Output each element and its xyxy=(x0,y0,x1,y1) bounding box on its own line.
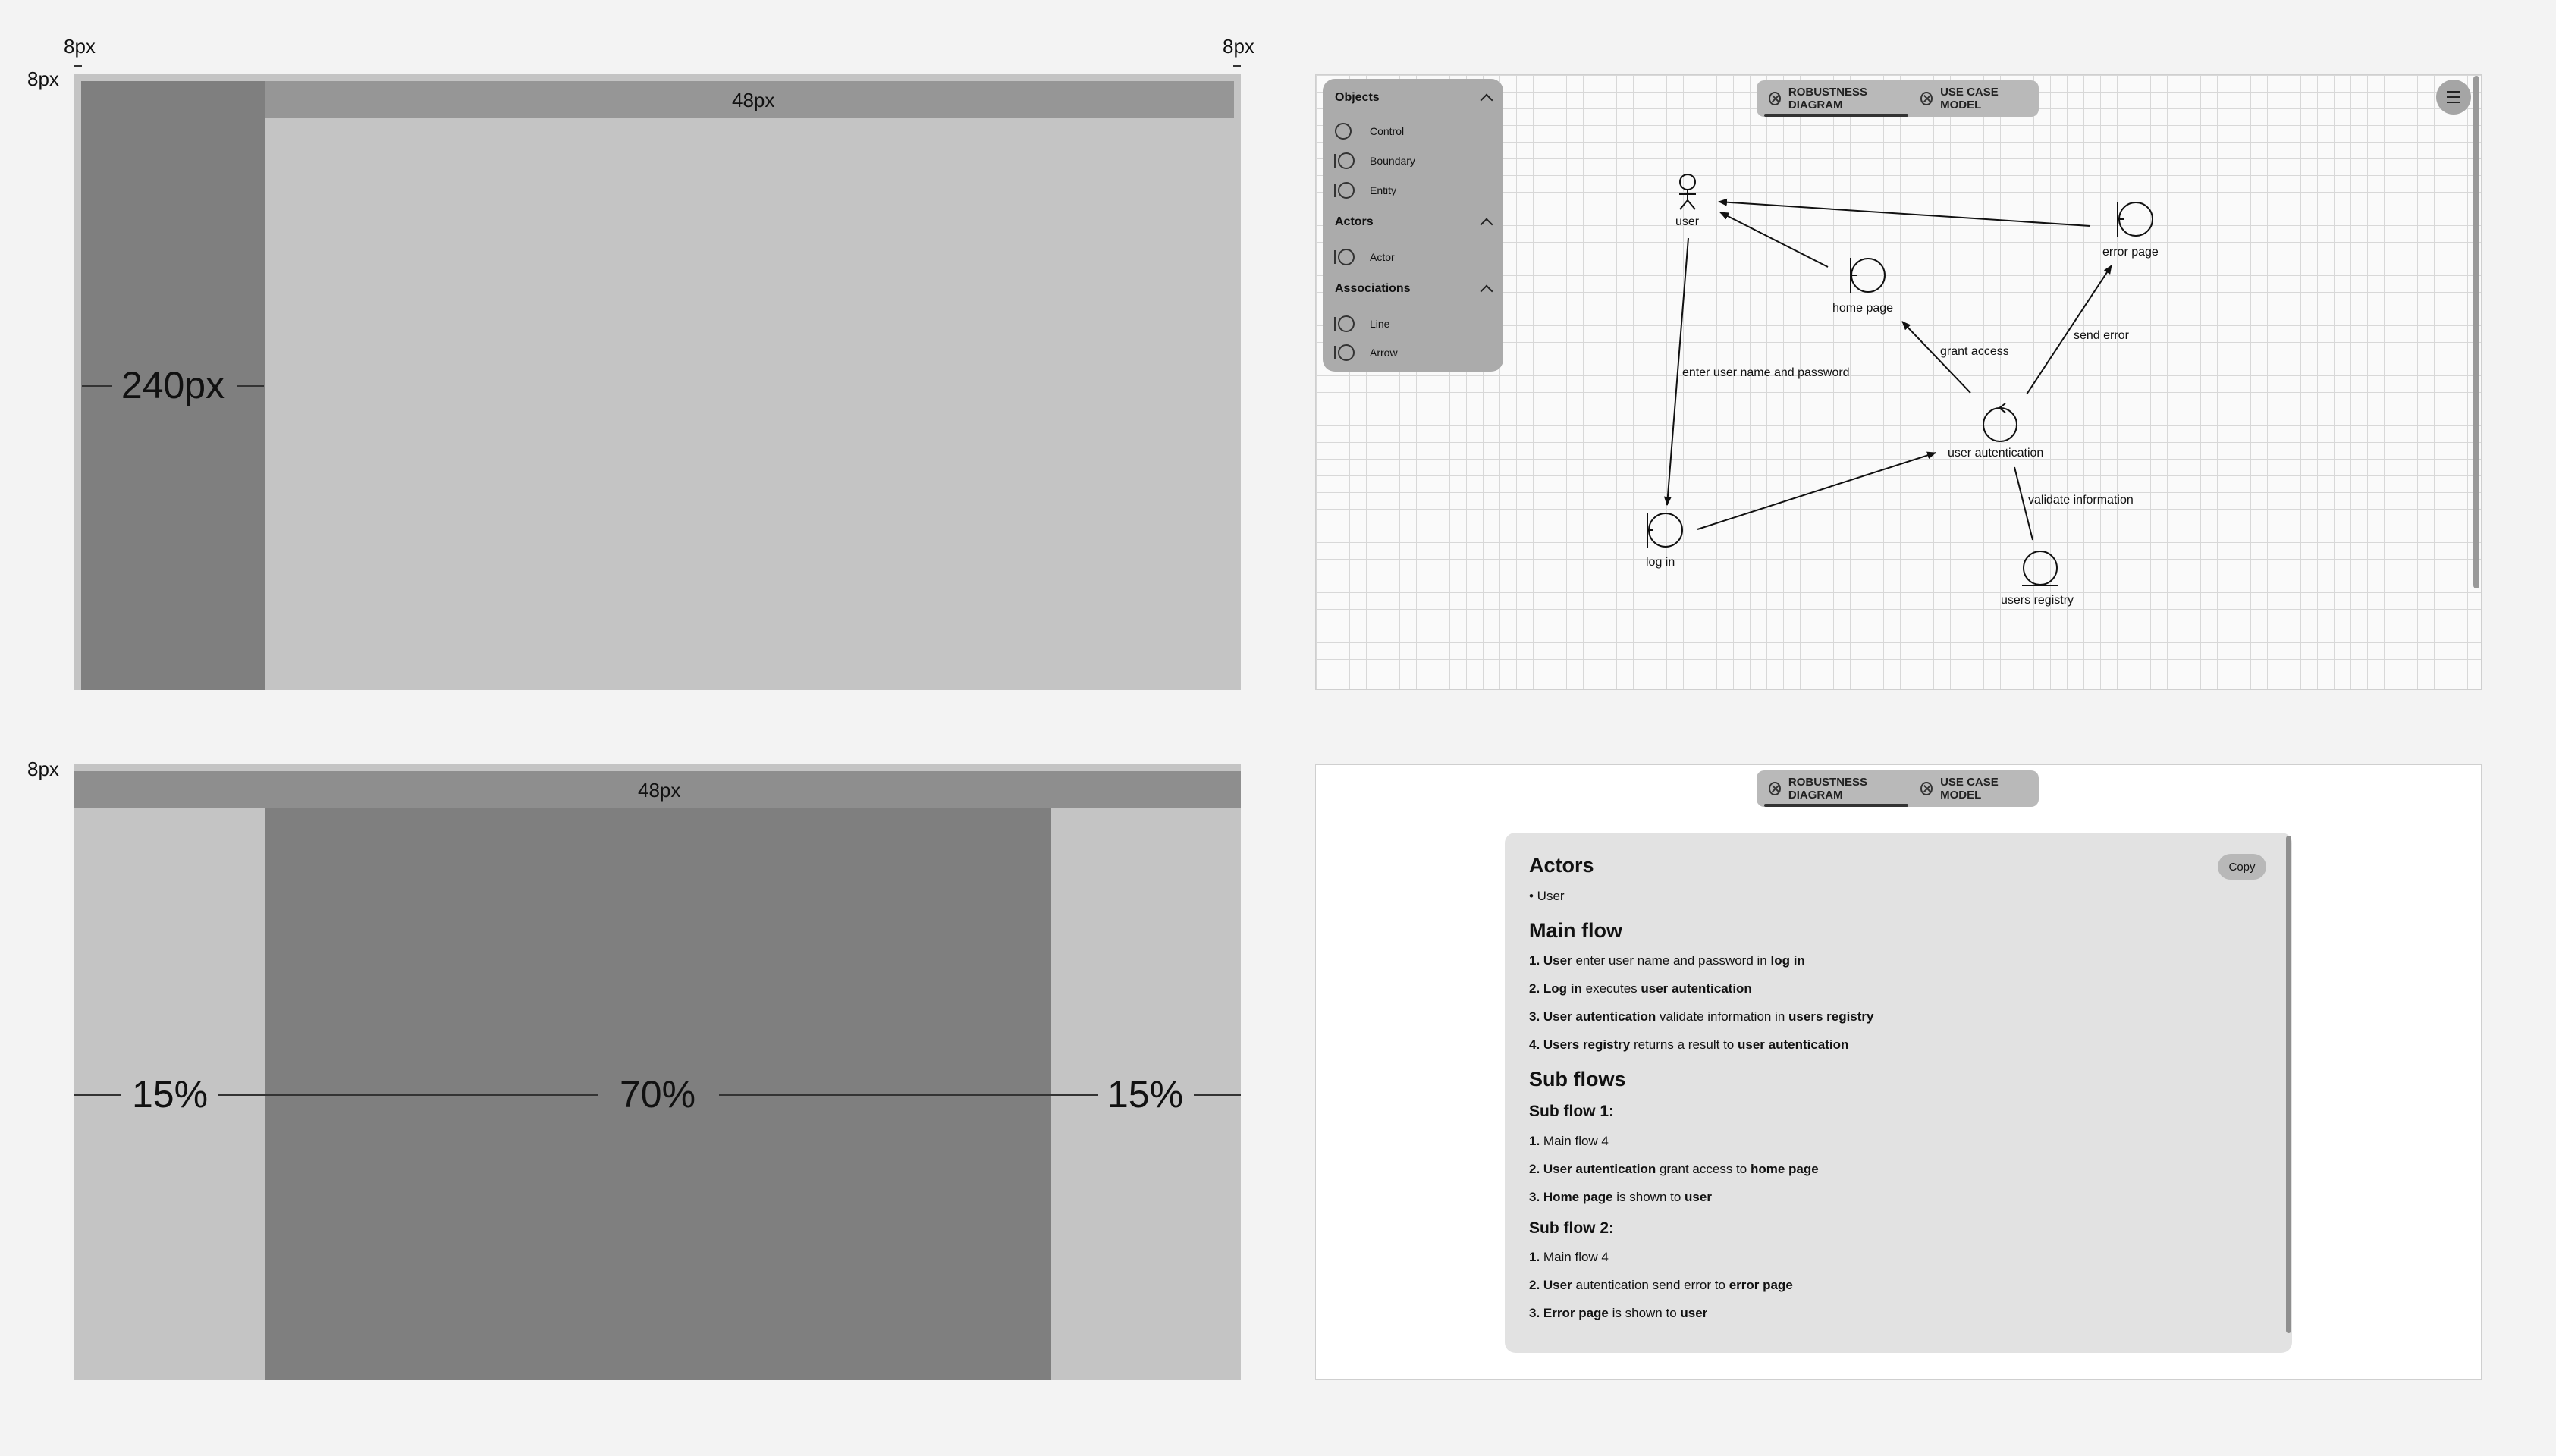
flow-step-text: validate information in xyxy=(1656,1009,1789,1024)
sub-flows-heading: Sub flows xyxy=(1529,1068,1626,1090)
edge-label-validate: validate information xyxy=(2028,494,2134,507)
flow-step-object: home page xyxy=(1750,1162,1819,1176)
control-user-autentication-icon xyxy=(1983,403,2017,442)
flow-step: 3. Error page is shown to user xyxy=(1529,1306,1707,1321)
use-case-card xyxy=(1505,833,2292,1353)
edge-error-to-user xyxy=(1718,198,2091,227)
main-flow-heading: Main flow xyxy=(1529,919,1622,942)
flow-step-text: autentication send error to xyxy=(1572,1278,1729,1292)
node-label-error-page[interactable]: error page xyxy=(2102,246,2159,259)
flow-step-object: log in xyxy=(1770,953,1805,968)
flow-step-number: 3. xyxy=(1529,1190,1543,1204)
flow-step: 2. User autentication send error to erro… xyxy=(1529,1278,1793,1293)
flow-step-number: 2. xyxy=(1529,1162,1543,1176)
flow-step: 1. Main flow 4 xyxy=(1529,1250,1609,1265)
flow-step-object: user autentication xyxy=(1641,981,1752,996)
flow-step: 4. Users registry returns a result to us… xyxy=(1529,1037,1848,1053)
flow-step: 2. User autentication grant access to ho… xyxy=(1529,1162,1819,1177)
flow-step-object: user autentication xyxy=(1737,1037,1849,1052)
flow-step-number: 3. xyxy=(1529,1009,1543,1024)
flow-step-text: executes xyxy=(1581,981,1641,996)
flow-step: 2. Log in executes user autentication xyxy=(1529,981,1752,996)
flow-step-subject: User autentication xyxy=(1543,1009,1656,1024)
flow-step-subject: User autentication xyxy=(1543,1162,1656,1176)
edge-login-to-auth xyxy=(1697,451,1936,530)
tab-robustness-label: ROBUSTNESS DIAGRAM xyxy=(1788,776,1868,802)
flow-step-subject: Error page xyxy=(1543,1306,1609,1320)
boundary-error-page-icon xyxy=(2117,202,2153,237)
tab-robustness-diagram[interactable]: ROBUSTNESS DIAGRAM xyxy=(1764,770,1909,807)
node-label-home-page[interactable]: home page xyxy=(1832,302,1893,315)
node-label-user[interactable]: user xyxy=(1675,215,1699,229)
flow-step-number: 1. xyxy=(1529,1134,1540,1148)
flow-step: 1. User enter user name and password in … xyxy=(1529,953,1805,968)
actors-item: • User xyxy=(1529,889,1565,903)
edge-label-enter: enter user name and password xyxy=(1682,366,1850,379)
copy-button[interactable]: Copy xyxy=(2218,854,2266,880)
boundary-log-in-icon xyxy=(1647,513,1683,548)
flow-step-text: is shown to xyxy=(1612,1190,1685,1204)
flow-step: 3. Home page is shown to user xyxy=(1529,1190,1712,1205)
edge-home-to-user xyxy=(1719,212,1829,268)
tab-bar-bottom: ROBUSTNESS DIAGRAM USE CASE MODEL xyxy=(1757,770,2039,807)
flow-step-text: grant access to xyxy=(1656,1162,1751,1176)
flow-step-text: Main flow 4 xyxy=(1540,1250,1609,1264)
flow-step-number: 4. xyxy=(1529,1037,1543,1052)
close-circle-icon xyxy=(1920,782,1933,795)
sub-flow-2-heading: Sub flow 2: xyxy=(1529,1219,1614,1237)
actor-user-icon xyxy=(1679,174,1696,210)
flow-step-number: 1. xyxy=(1529,1250,1540,1264)
flow-step-number: 1. xyxy=(1529,953,1543,968)
tab-use-case-model[interactable]: USE CASE MODEL xyxy=(1916,770,2031,807)
flow-step-subject: Home page xyxy=(1543,1190,1613,1204)
boundary-home-page-icon xyxy=(1850,258,1886,293)
copy-label: Copy xyxy=(2228,860,2256,874)
entity-users-registry-icon xyxy=(2022,551,2058,586)
flow-step-number: 2. xyxy=(1529,1278,1543,1292)
node-label-user-autentication[interactable]: user autentication xyxy=(1948,447,2043,460)
node-label-users-registry[interactable]: users registry xyxy=(2001,594,2074,607)
flow-step-subject: Log in xyxy=(1543,981,1582,996)
flow-step-object: error page xyxy=(1729,1278,1793,1292)
actors-heading: Actors xyxy=(1529,854,1594,877)
use-case-scrollbar[interactable] xyxy=(2286,836,2291,1333)
close-circle-icon xyxy=(1769,782,1781,795)
flow-step-text: returns a result to xyxy=(1630,1037,1738,1052)
tab-use-case-label: USE CASE MODEL xyxy=(1940,776,1999,802)
flow-step-subject: User xyxy=(1543,953,1572,968)
flow-step-object: users registry xyxy=(1788,1009,1874,1024)
sub-flow-1-heading: Sub flow 1: xyxy=(1529,1103,1614,1120)
flow-step: 1. Main flow 4 xyxy=(1529,1134,1609,1149)
edge-label-send-error: send error xyxy=(2074,329,2129,342)
flow-step-subject: Users registry xyxy=(1543,1037,1631,1052)
flow-step-object: user xyxy=(1685,1190,1712,1204)
edge-label-grant: grant access xyxy=(1940,345,2009,358)
node-label-log-in[interactable]: log in xyxy=(1646,556,1675,570)
flow-step-object: user xyxy=(1680,1306,1708,1320)
flow-step-subject: User xyxy=(1543,1278,1572,1292)
flow-step-number: 3. xyxy=(1529,1306,1543,1320)
flow-step-text: enter user name and password in xyxy=(1572,953,1771,968)
flow-step: 3. User autentication validate informati… xyxy=(1529,1009,1874,1025)
flow-step-text: Main flow 4 xyxy=(1540,1134,1609,1148)
flow-step-text: is shown to xyxy=(1608,1306,1681,1320)
flow-step-number: 2. xyxy=(1529,981,1543,996)
